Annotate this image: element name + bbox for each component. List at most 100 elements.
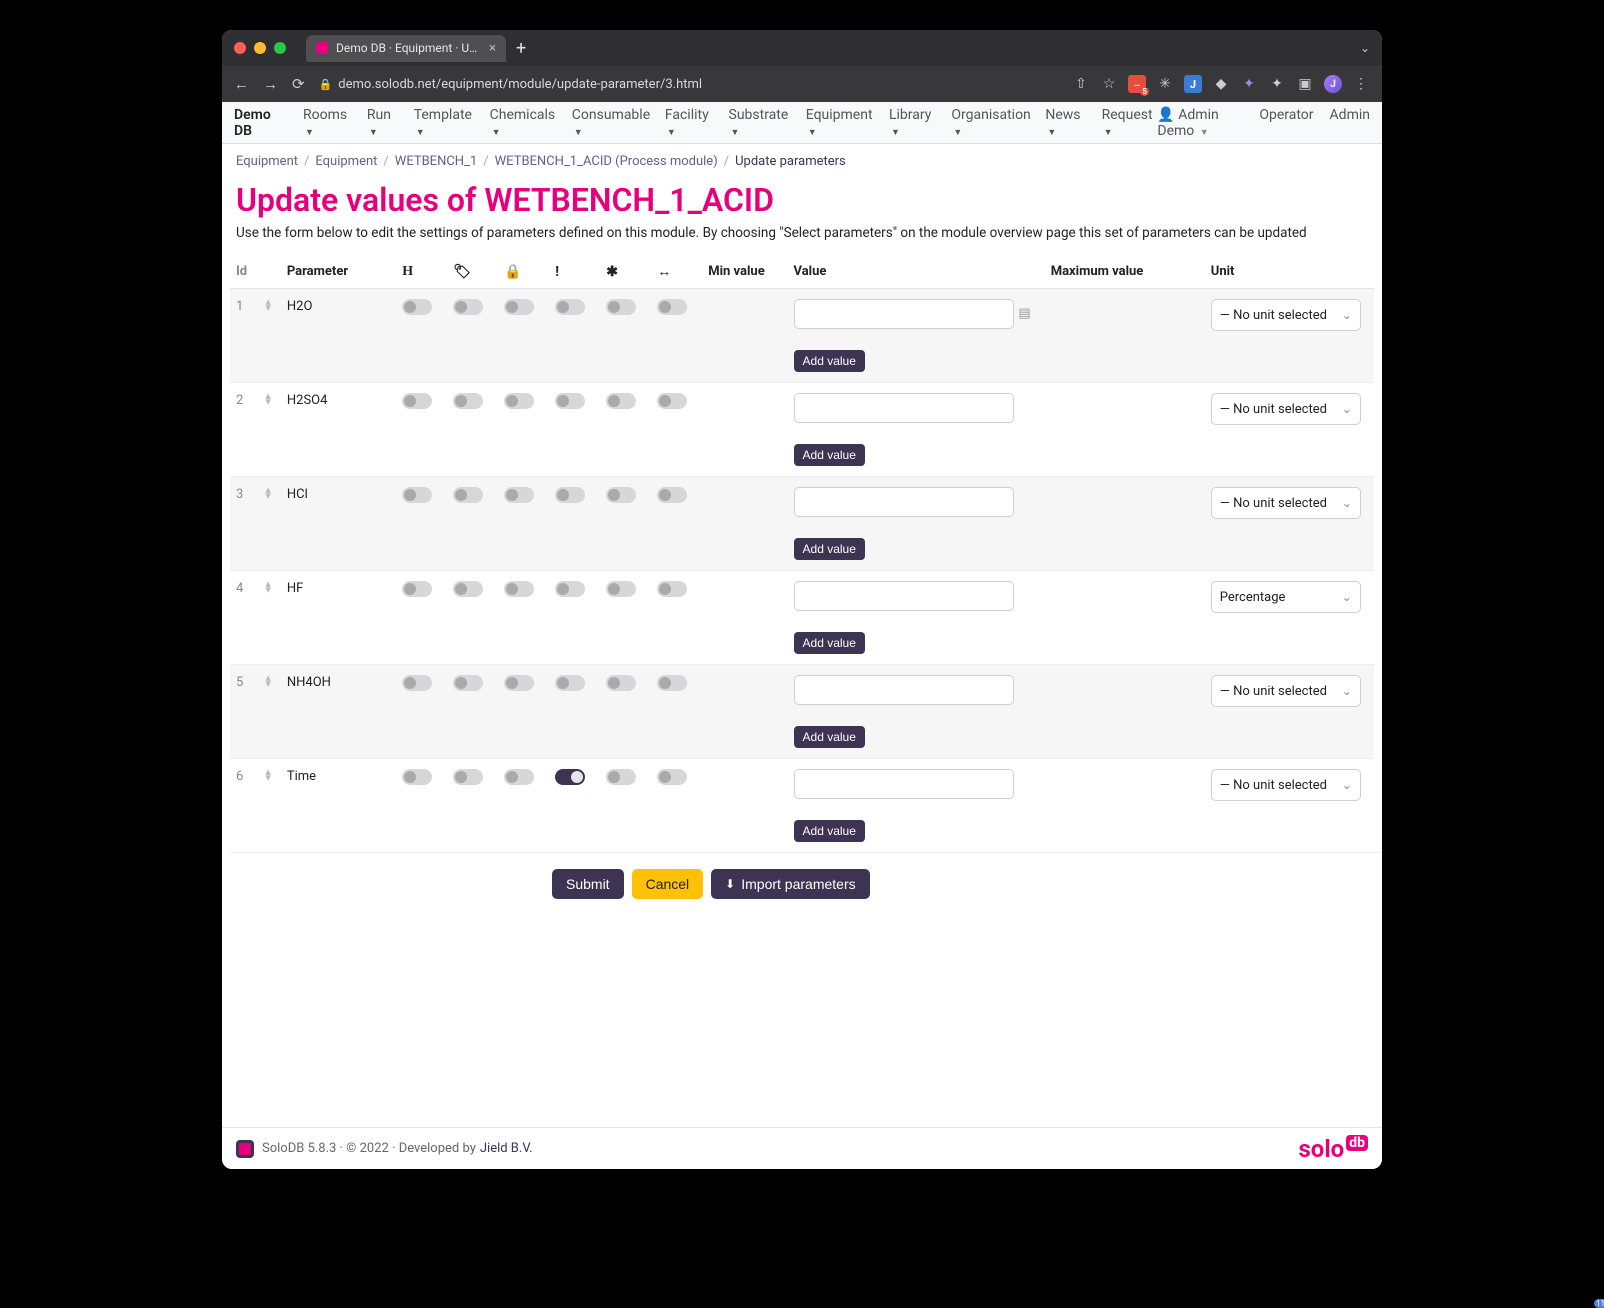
new-tab-button[interactable]: +	[516, 38, 526, 59]
breadcrumb-item[interactable]: WETBENCH_1_ACID (Process module)	[495, 154, 718, 169]
nav-link-template[interactable]: Template ▼	[414, 107, 476, 139]
toggle-H[interactable]	[402, 581, 432, 597]
toggle-tag[interactable]	[453, 581, 483, 597]
menu-icon[interactable]: ⋮	[1352, 75, 1370, 93]
nav-link-rooms[interactable]: Rooms ▼	[303, 107, 353, 139]
add-value-button[interactable]: Add value	[794, 538, 865, 560]
toggle-range[interactable]	[657, 487, 687, 503]
cancel-button[interactable]: Cancel	[632, 869, 704, 899]
toggle-![interactable]	[555, 393, 585, 409]
toggle-*[interactable]	[606, 393, 636, 409]
submit-button[interactable]: Submit	[552, 869, 624, 899]
toggle-![interactable]	[555, 487, 585, 503]
toggle-*[interactable]	[606, 675, 636, 691]
toggle-![interactable]	[555, 299, 585, 315]
toggle-range[interactable]	[657, 299, 687, 315]
unit-select[interactable]: — No unit selected⌄	[1211, 393, 1361, 425]
nav-link-consumable[interactable]: Consumable ▼	[572, 107, 651, 139]
reload-button[interactable]: ⟳	[292, 77, 305, 92]
nav-operator-link[interactable]: Operator	[1259, 107, 1313, 139]
value-input[interactable]	[794, 581, 1014, 611]
value-input[interactable]	[794, 769, 1014, 799]
toggle-lock[interactable]	[504, 769, 534, 785]
user-menu[interactable]: 👤 Admin Demo ▼	[1157, 107, 1243, 139]
toggle-range[interactable]	[657, 675, 687, 691]
toggle-tag[interactable]	[453, 487, 483, 503]
nav-link-library[interactable]: Library ▼	[889, 107, 937, 139]
app-brand[interactable]: Demo DB	[234, 107, 285, 139]
ext-icon-1[interactable]: …5	[1128, 75, 1146, 93]
ext-icon-4[interactable]: ◆	[1212, 75, 1230, 93]
toggle-tag[interactable]	[453, 299, 483, 315]
value-input[interactable]	[794, 299, 1014, 329]
toggle-H[interactable]	[402, 393, 432, 409]
toggle-H[interactable]	[402, 675, 432, 691]
breadcrumb-item[interactable]: Equipment	[315, 154, 377, 169]
unit-select[interactable]: — No unit selected⌄	[1211, 769, 1361, 801]
add-value-button[interactable]: Add value	[794, 726, 865, 748]
toggle-H[interactable]	[402, 487, 432, 503]
nav-link-substrate[interactable]: Substrate ▼	[729, 107, 792, 139]
nav-link-equipment[interactable]: Equipment ▼	[806, 107, 875, 139]
import-button[interactable]: ⬇ Import parameters	[711, 869, 869, 899]
close-tab-icon[interactable]: ×	[489, 41, 496, 56]
toggle-lock[interactable]	[504, 487, 534, 503]
forward-button[interactable]: →	[263, 77, 278, 92]
sort-handle-icon[interactable]: ▴▾	[265, 675, 271, 686]
ext-icon-3[interactable]: J	[1184, 75, 1202, 93]
nav-link-news[interactable]: News ▼	[1045, 107, 1087, 139]
maximize-window-button[interactable]	[274, 42, 286, 54]
reading-list-icon[interactable]: ▣	[1296, 75, 1314, 93]
unit-select[interactable]: — No unit selected⌄	[1211, 487, 1361, 519]
add-value-button[interactable]: Add value	[794, 632, 865, 654]
toggle-lock[interactable]	[504, 675, 534, 691]
profile-avatar[interactable]: J	[1324, 75, 1342, 93]
toggle-tag[interactable]	[453, 393, 483, 409]
ext-icon-2[interactable]: ✳	[1156, 75, 1174, 93]
toggle-*[interactable]	[606, 299, 636, 315]
breadcrumb-item[interactable]: Equipment	[236, 154, 298, 169]
ext-icon-5[interactable]: ✦11	[1240, 75, 1258, 93]
add-value-button[interactable]: Add value	[794, 820, 865, 842]
toggle-*[interactable]	[606, 581, 636, 597]
unit-select[interactable]: Percentage⌄	[1211, 581, 1361, 613]
close-window-button[interactable]	[234, 42, 246, 54]
add-value-button[interactable]: Add value	[794, 444, 865, 466]
nav-link-chemicals[interactable]: Chemicals ▼	[490, 107, 558, 139]
extensions-icon[interactable]: ✦	[1268, 75, 1286, 93]
tabs-overflow-icon[interactable]: ⌄	[1360, 41, 1370, 55]
rich-editor-icon[interactable]: ▤	[1018, 306, 1030, 321]
breadcrumb-item[interactable]: WETBENCH_1	[395, 154, 477, 169]
share-icon[interactable]: ⇧	[1072, 75, 1090, 93]
nav-link-request[interactable]: Request ▼	[1102, 107, 1158, 139]
bookmark-icon[interactable]: ☆	[1100, 75, 1118, 93]
toggle-tag[interactable]	[453, 769, 483, 785]
sort-handle-icon[interactable]: ▴▾	[265, 581, 271, 592]
address-bar[interactable]: 🔒 demo.solodb.net/equipment/module/updat…	[319, 77, 702, 92]
value-input[interactable]	[794, 393, 1014, 423]
toggle-*[interactable]	[606, 487, 636, 503]
browser-tab[interactable]: Demo DB · Equipment · Update ×	[306, 35, 506, 62]
sort-handle-icon[interactable]: ▴▾	[265, 487, 271, 498]
minimize-window-button[interactable]	[254, 42, 266, 54]
toggle-lock[interactable]	[504, 393, 534, 409]
toggle-tag[interactable]	[453, 675, 483, 691]
toggle-![interactable]	[555, 769, 585, 785]
nav-link-facility[interactable]: Facility ▼	[665, 107, 715, 139]
toggle-H[interactable]	[402, 299, 432, 315]
toggle-*[interactable]	[606, 769, 636, 785]
sort-handle-icon[interactable]: ▴▾	[265, 769, 271, 780]
nav-link-run[interactable]: Run ▼	[367, 107, 400, 139]
sort-handle-icon[interactable]: ▴▾	[265, 299, 271, 310]
toggle-H[interactable]	[402, 769, 432, 785]
back-button[interactable]: ←	[234, 77, 249, 92]
toggle-range[interactable]	[657, 769, 687, 785]
footer-developer-link[interactable]: Jield B.V.	[480, 1141, 533, 1156]
add-value-button[interactable]: Add value	[794, 350, 865, 372]
unit-select[interactable]: — No unit selected⌄	[1211, 299, 1361, 331]
nav-link-organisation[interactable]: Organisation ▼	[951, 107, 1031, 139]
toggle-lock[interactable]	[504, 581, 534, 597]
value-input[interactable]	[794, 487, 1014, 517]
sort-handle-icon[interactable]: ▴▾	[265, 393, 271, 404]
nav-admin-link[interactable]: Admin	[1330, 107, 1370, 139]
